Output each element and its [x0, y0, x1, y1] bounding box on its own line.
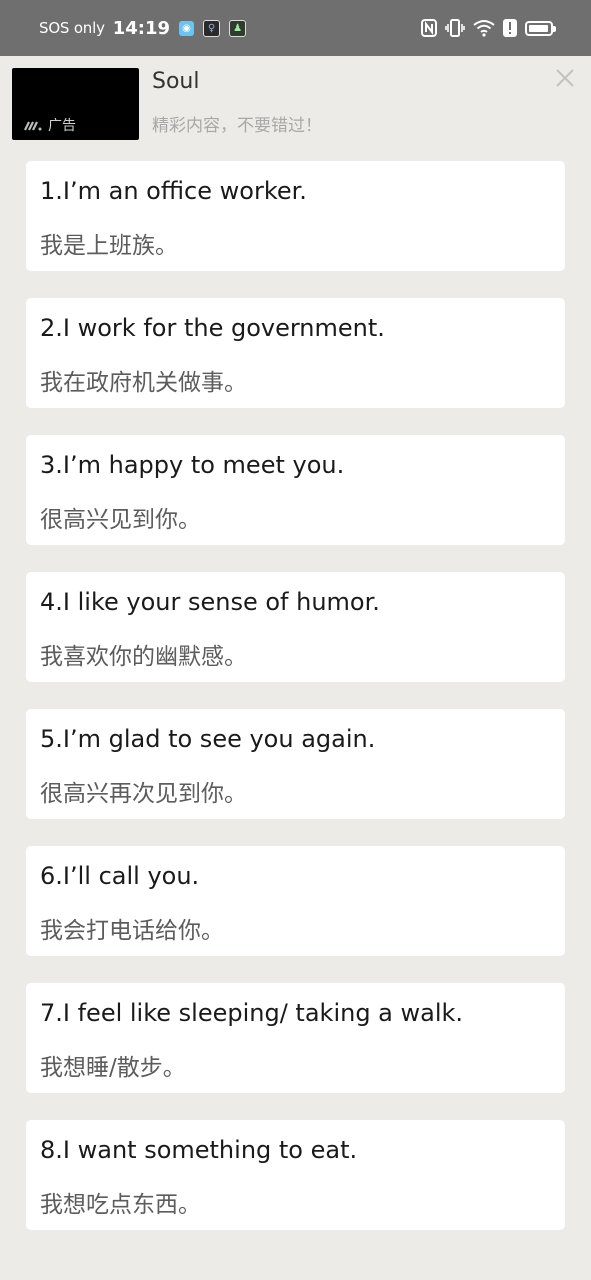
- phrase-english: 8.I want something to eat.: [40, 1136, 358, 1164]
- phrase-english: 3.I’m happy to meet you.: [40, 451, 345, 479]
- phrase-card[interactable]: 2.I work for the government. 我在政府机关做事。: [26, 298, 565, 408]
- phrase-chinese: 我喜欢你的幽默感。: [40, 644, 247, 670]
- battery-fill: [529, 24, 548, 32]
- wifi-icon: [473, 19, 495, 37]
- phrase-english: 6.I’ll call you.: [40, 862, 200, 890]
- phrase-chinese: 我在政府机关做事。: [40, 370, 247, 396]
- phrase-card[interactable]: 3.I’m happy to meet you. 很高兴见到你。: [26, 435, 565, 545]
- phrase-english: 4.I like your sense of humor.: [40, 588, 380, 616]
- phrase-english: 1.I’m an office worker.: [40, 177, 307, 205]
- phrase-english: 2.I work for the government.: [40, 314, 385, 342]
- phrase-chinese: 我想睡/散步。: [40, 1055, 186, 1081]
- close-icon[interactable]: [553, 66, 577, 90]
- ad-subtitle: 精彩内容，不要错过！: [152, 116, 322, 136]
- phrase-card[interactable]: 1.I’m an office worker. 我是上班族。: [26, 161, 565, 271]
- ad-banner[interactable]: 广告 Soul 精彩内容，不要错过！: [0, 56, 591, 144]
- phrase-list: 1.I’m an office worker. 我是上班族。 2.I work …: [26, 161, 565, 1257]
- phrase-card[interactable]: 7.I feel like sleeping/ taking a walk. 我…: [26, 983, 565, 1093]
- app-notification-icon: ♟: [229, 19, 247, 37]
- carrier-text: SOS only: [39, 19, 105, 37]
- ad-logo-icon: [24, 121, 42, 131]
- status-bar: SOS only 14:19 ◉ ♀ ♟: [0, 0, 591, 56]
- nfc-icon: [421, 19, 437, 37]
- phrase-card[interactable]: 5.I’m glad to see you again. 很高兴再次见到你。: [26, 709, 565, 819]
- ad-thumbnail[interactable]: 广告: [12, 68, 139, 140]
- phrase-english: 7.I feel like sleeping/ taking a walk.: [40, 999, 464, 1027]
- phrase-chinese: 我会打电话给你。: [40, 918, 224, 944]
- phrase-card[interactable]: 8.I want something to eat. 我想吃点东西。: [26, 1120, 565, 1230]
- clock: 14:19: [112, 17, 171, 39]
- ad-title[interactable]: Soul: [152, 69, 199, 94]
- ad-badge-label: 广告: [48, 118, 76, 134]
- phrase-chinese: 很高兴再次见到你。: [40, 781, 247, 807]
- phrase-card[interactable]: 4.I like your sense of humor. 我喜欢你的幽默感。: [26, 572, 565, 682]
- phrase-english: 5.I’m glad to see you again.: [40, 725, 376, 753]
- battery-icon: [525, 20, 556, 36]
- vibrate-icon: [445, 19, 465, 37]
- app-notification-icon: ◉: [179, 20, 195, 36]
- phrase-chinese: 我想吃点东西。: [40, 1192, 201, 1218]
- ad-badge: 广告: [24, 115, 76, 135]
- phrase-card[interactable]: 6.I’ll call you. 我会打电话给你。: [26, 846, 565, 956]
- phrase-chinese: 很高兴见到你。: [40, 507, 201, 533]
- phrase-chinese: 我是上班族。: [40, 233, 178, 259]
- alert-icon: [503, 19, 517, 37]
- app-notification-icon: ♀: [203, 19, 221, 37]
